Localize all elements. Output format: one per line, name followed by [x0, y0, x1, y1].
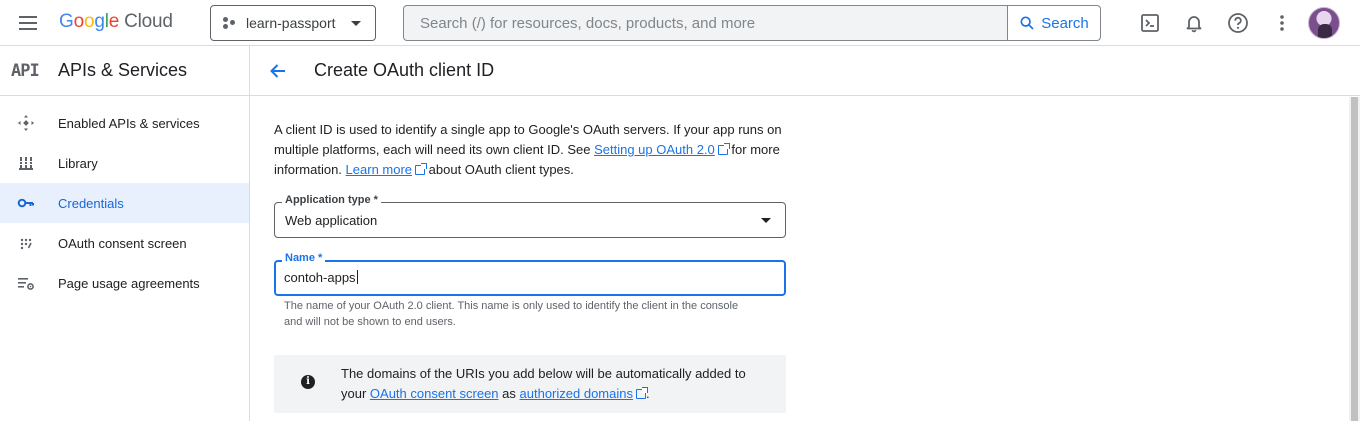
authorized-domains-link[interactable]: authorized domains: [520, 386, 633, 401]
hamburger-line: [19, 22, 37, 24]
text-cursor: [356, 270, 358, 284]
hamburger-line: [19, 28, 37, 30]
oauth-consent-screen-link[interactable]: OAuth consent screen: [370, 386, 499, 401]
sidebar-item-label: Enabled APIs & services: [58, 115, 200, 131]
learn-more-link[interactable]: Learn more: [346, 162, 412, 177]
sidebar-item-oauth-consent[interactable]: OAuth consent screen: [0, 223, 249, 263]
search-button-label: Search: [1041, 14, 1089, 32]
sidebar-item-label: Page usage agreements: [58, 275, 200, 291]
sidebar-item-library[interactable]: Library: [0, 143, 249, 183]
sidebar-nav: Enabled APIs & services Library Credenti…: [0, 96, 249, 303]
api-logo-icon: API: [11, 60, 40, 81]
more-options-button[interactable]: [1269, 10, 1295, 36]
google-cloud-logo[interactable]: Google Cloud: [59, 11, 173, 33]
terminal-icon: [1141, 14, 1159, 32]
sidebar-header: API APIs & Services: [0, 46, 249, 96]
cloud-shell-button[interactable]: [1137, 10, 1163, 36]
page-header: Create OAuth client ID: [250, 46, 1360, 96]
sidebar-item-credentials[interactable]: Credentials: [0, 183, 249, 223]
dropdown-arrow-icon: [761, 218, 771, 223]
search-bar: Search: [403, 5, 1101, 41]
intro-text: A client ID is used to identify a single…: [274, 122, 782, 177]
sidebar-item-label: OAuth consent screen: [58, 235, 187, 251]
application-type-select[interactable]: Application type * Web application: [274, 194, 786, 238]
library-icon: [0, 155, 58, 171]
consent-icon: [0, 235, 58, 251]
project-picker[interactable]: learn-passport: [210, 5, 376, 41]
setting-up-oauth-link[interactable]: Setting up OAuth 2.0: [594, 142, 715, 157]
more-vert-icon: [1280, 15, 1284, 31]
page-title: Create OAuth client ID: [314, 60, 495, 80]
apis-icon: [0, 114, 58, 132]
key-icon: [0, 197, 58, 209]
project-icon: [223, 16, 237, 30]
help-icon: [1228, 13, 1248, 33]
help-button[interactable]: [1225, 10, 1251, 36]
search-icon: [1020, 16, 1034, 30]
external-link-icon: [635, 387, 648, 399]
project-name: learn-passport: [246, 15, 336, 31]
name-label: Name *: [282, 252, 326, 264]
name-input-value: contoh-apps: [284, 270, 356, 285]
application-type-label: Application type *: [282, 194, 381, 206]
info-icon: i: [301, 375, 315, 389]
name-field[interactable]: Name * contoh-apps: [274, 252, 786, 296]
sidebar-item-page-usage[interactable]: Page usage agreements: [0, 263, 249, 303]
sidebar: API APIs & Services Enabled APIs & servi…: [0, 46, 250, 421]
settings-list-icon: [0, 275, 58, 291]
info-text: The domains of the URIs you add below wi…: [341, 366, 746, 401]
application-type-value: Web application: [285, 213, 378, 228]
back-button[interactable]: [265, 58, 291, 84]
sidebar-item-label: Credentials: [58, 195, 124, 211]
notifications-button[interactable]: [1181, 10, 1207, 36]
hamburger-line: [19, 16, 37, 18]
arrow-back-icon: [270, 63, 285, 78]
top-bar: Google Cloud learn-passport Search: [0, 0, 1360, 46]
chevron-down-icon: [351, 21, 361, 26]
main-menu-button[interactable]: [14, 10, 42, 36]
name-hint: The name of your OAuth 2.0 client. This …: [284, 300, 739, 328]
info-banner: i The domains of the URIs you add below …: [274, 355, 786, 413]
external-link-icon: [415, 163, 428, 175]
sidebar-item-label: Library: [58, 155, 98, 171]
sidebar-title[interactable]: APIs & Services: [58, 60, 187, 81]
account-avatar[interactable]: [1308, 7, 1340, 39]
scrollbar-thumb[interactable]: [1351, 97, 1358, 421]
search-input[interactable]: [404, 6, 1007, 40]
bell-icon: [1186, 16, 1202, 33]
form-content: A client ID is used to identify a single…: [274, 120, 794, 413]
search-button[interactable]: Search: [1007, 6, 1100, 40]
external-link-icon: [717, 143, 730, 155]
sidebar-item-enabled-apis[interactable]: Enabled APIs & services: [0, 103, 249, 143]
scrollbar[interactable]: [1349, 97, 1360, 421]
